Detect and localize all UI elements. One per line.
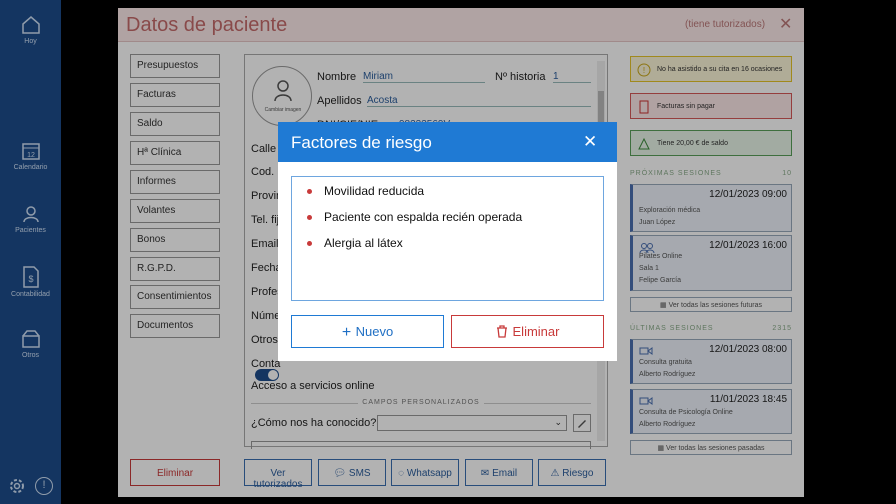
nuevo-button[interactable]: + Nuevo — [291, 315, 444, 348]
list-item-label: Alergia al látex — [324, 236, 403, 250]
list-item[interactable]: Movilidad reducida — [307, 184, 424, 198]
risk-factors-list: Movilidad reducida Paciente con espalda … — [291, 176, 604, 301]
nuevo-label: Nuevo — [355, 324, 394, 339]
list-item[interactable]: Paciente con espalda recién operada — [307, 210, 522, 224]
list-item[interactable]: Alergia al látex — [307, 236, 403, 250]
plus-icon: + — [341, 324, 356, 341]
trash-icon — [496, 325, 507, 338]
dialog-title: Factores de riesgo — [291, 133, 432, 152]
close-icon[interactable]: ✕ — [583, 132, 597, 152]
list-item-label: Paciente con espalda recién operada — [324, 210, 523, 224]
bullet-icon — [307, 215, 312, 221]
list-item-label: Movilidad reducida — [324, 184, 425, 198]
bullet-icon — [307, 241, 312, 247]
eliminar-label: Eliminar — [512, 324, 560, 339]
bullet-icon — [307, 189, 312, 195]
eliminar-button[interactable]: Eliminar — [451, 315, 604, 348]
dialog-header: Factores de riesgo ✕ — [278, 122, 617, 162]
risk-factors-dialog: Factores de riesgo ✕ Movilidad reducida … — [278, 122, 617, 361]
